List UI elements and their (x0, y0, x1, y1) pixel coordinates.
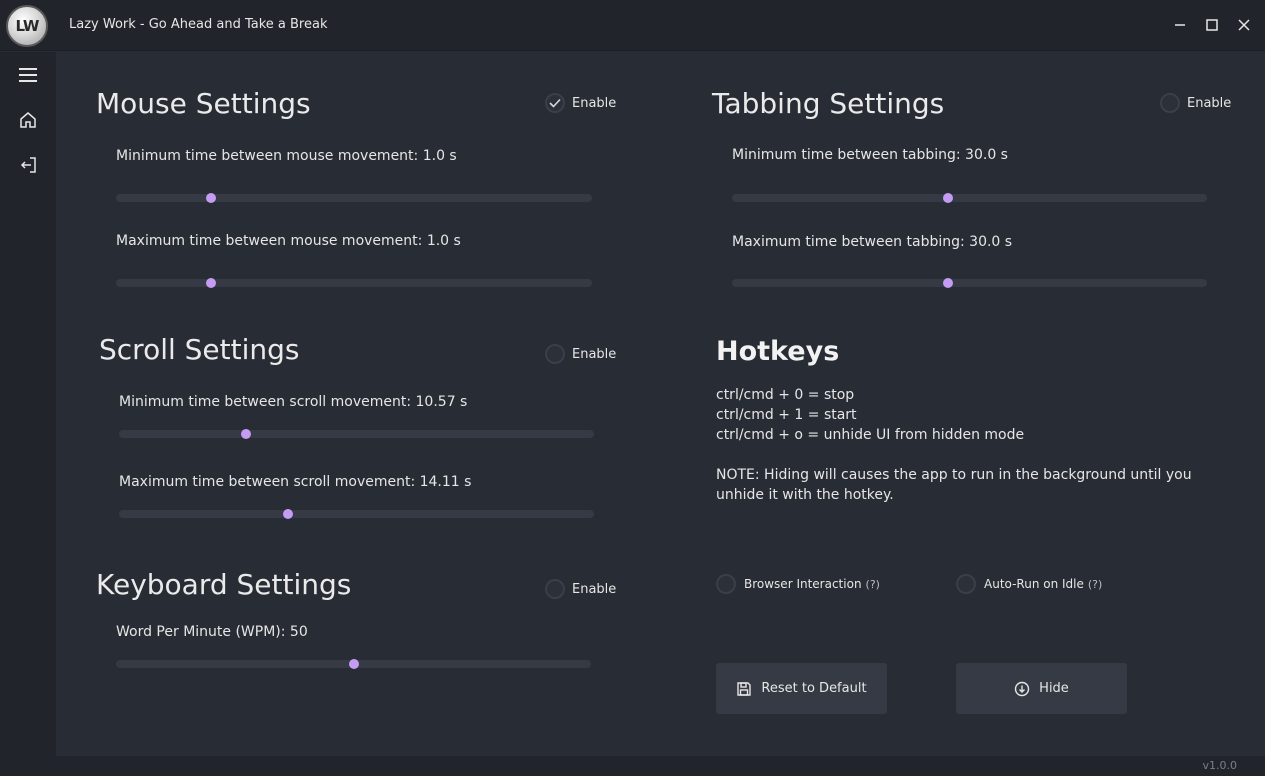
slider-handle[interactable] (206, 278, 217, 288)
auto-run-checkbox[interactable] (956, 574, 976, 594)
mouse-min-slider[interactable] (116, 193, 592, 203)
scroll-min-slider[interactable] (119, 429, 594, 439)
hotkeys-title: Hotkeys (716, 336, 840, 367)
slider-handle[interactable] (240, 429, 251, 439)
hamburger-icon (19, 68, 37, 82)
mouse-max-slider[interactable] (116, 278, 592, 288)
window-title: Lazy Work - Go Ahead and Take a Break (69, 17, 328, 32)
browser-interaction-checkbox[interactable] (716, 574, 736, 594)
auto-run-label: Auto-Run on Idle (984, 577, 1084, 591)
auto-run-help[interactable]: (?) (1088, 578, 1102, 591)
tabbing-max-label: Maximum time between tabbing: 30.0 s (732, 234, 1013, 250)
mouse-min-label: Minimum time between mouse movement: 1.0… (116, 148, 457, 164)
browser-interaction-label: Browser Interaction (744, 577, 862, 591)
mouse-enable-label: Enable (572, 95, 617, 111)
tabbing-enable-label: Enable (1187, 95, 1232, 111)
wpm-slider[interactable] (116, 659, 591, 669)
hotkey-start: ctrl/cmd + 1 = start (716, 407, 857, 423)
sidebar-menu-toggle[interactable] (0, 53, 56, 97)
arrow-down-circle-icon (1014, 681, 1030, 696)
keyboard-settings-title: Keyboard Settings (96, 568, 352, 601)
tabbing-min-label: Minimum time between tabbing: 30.0 s (732, 147, 1008, 163)
scroll-enable-checkbox[interactable] (545, 344, 565, 364)
maximize-icon (1206, 19, 1218, 31)
scroll-enable-toggle[interactable]: Enable (545, 344, 616, 364)
mouse-enable-toggle[interactable]: Enable (545, 93, 616, 113)
slider-handle[interactable] (943, 193, 954, 203)
mouse-settings-title: Mouse Settings (96, 87, 311, 120)
slider-handle[interactable] (943, 278, 954, 288)
slider-handle[interactable] (283, 509, 294, 519)
auto-run-option[interactable]: Auto-Run on Idle (?) (956, 574, 1102, 594)
slider-handle[interactable] (348, 659, 359, 669)
scroll-max-slider[interactable] (119, 509, 594, 519)
minimize-icon (1175, 24, 1185, 26)
mouse-max-label: Maximum time between mouse movement: 1.0… (116, 233, 461, 249)
tabbing-max-slider[interactable] (732, 278, 1207, 288)
tabbing-settings-title: Tabbing Settings (712, 87, 945, 120)
sidebar-item-exit[interactable] (0, 143, 56, 187)
wpm-label: Word Per Minute (WPM): 50 (116, 624, 308, 640)
keyboard-enable-label: Enable (572, 581, 617, 597)
scroll-settings-title: Scroll Settings (99, 333, 300, 366)
scroll-max-label: Maximum time between scroll movement: 14… (119, 474, 472, 490)
hide-button-label: Hide (1039, 681, 1069, 696)
logout-icon (20, 157, 36, 173)
hotkeys-note-line2: unhide it with the hotkey. (716, 487, 894, 503)
close-icon (1238, 19, 1250, 31)
tabbing-min-slider[interactable] (732, 193, 1207, 203)
sidebar (0, 52, 56, 776)
logo-text: LW (15, 17, 40, 35)
slider-handle[interactable] (206, 193, 217, 203)
hide-button[interactable]: Hide (956, 663, 1127, 714)
home-icon (20, 112, 36, 128)
status-bar: v1.0.0 (56, 756, 1265, 776)
app-logo: LW (6, 5, 48, 47)
scroll-enable-label: Enable (572, 346, 617, 362)
browser-interaction-help[interactable]: (?) (866, 578, 880, 591)
reset-to-default-button[interactable]: Reset to Default (716, 663, 887, 714)
reset-button-label: Reset to Default (761, 681, 867, 696)
tabbing-enable-toggle[interactable]: Enable (1160, 93, 1231, 113)
keyboard-enable-checkbox[interactable] (545, 579, 565, 599)
keyboard-enable-toggle[interactable]: Enable (545, 579, 616, 599)
tabbing-enable-checkbox[interactable] (1160, 93, 1180, 113)
maximize-button[interactable] (1200, 13, 1224, 37)
mouse-enable-checkbox[interactable] (545, 93, 565, 113)
hotkey-stop: ctrl/cmd + 0 = stop (716, 387, 855, 403)
hotkeys-note-line1: NOTE: Hiding will causes the app to run … (716, 467, 1192, 483)
version-label: v1.0.0 (1202, 759, 1238, 772)
hotkey-unhide: ctrl/cmd + o = unhide UI from hidden mod… (716, 427, 1025, 443)
title-bar: LW Lazy Work - Go Ahead and Take a Break (0, 0, 1265, 51)
minimize-button[interactable] (1168, 13, 1192, 37)
close-button[interactable] (1232, 13, 1256, 37)
save-icon (737, 681, 752, 696)
sidebar-item-home[interactable] (0, 98, 56, 142)
browser-interaction-option[interactable]: Browser Interaction (?) (716, 574, 880, 594)
check-icon (549, 98, 561, 108)
scroll-min-label: Minimum time between scroll movement: 10… (119, 394, 468, 410)
